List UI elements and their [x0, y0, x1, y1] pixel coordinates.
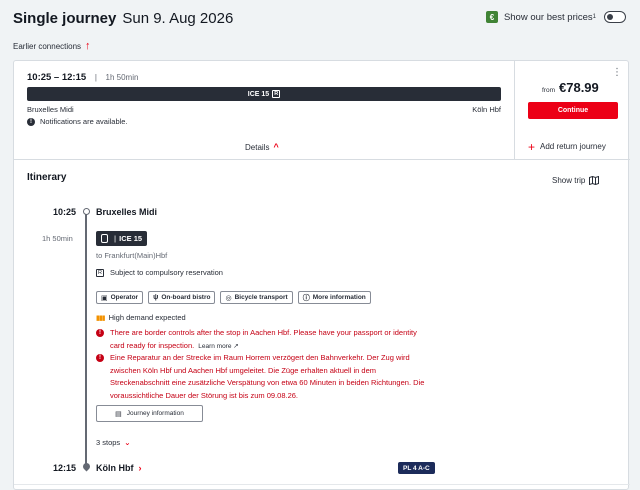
divider	[14, 159, 630, 160]
demand-icon: ▮▮▮	[96, 314, 106, 322]
map-icon	[589, 176, 600, 185]
warning-message: ! There are border controls after the st…	[96, 327, 426, 353]
departure-time: 10:25	[53, 207, 77, 217]
continue-button[interactable]: Continue	[528, 102, 618, 119]
add-return-label: Add return journey	[540, 142, 606, 151]
arrow-up-icon: ↑	[85, 40, 91, 52]
departure-node-icon	[82, 208, 90, 215]
add-return-journey-button[interactable]: + Add return journey	[528, 139, 606, 154]
chip-bicycle[interactable]: ◎ Bicycle transport	[220, 291, 293, 304]
page-title: Single journey Sun 9. Aug 2026	[13, 10, 233, 27]
demand-text: High demand expected	[108, 313, 186, 322]
details-toggle[interactable]: Details ^	[245, 142, 279, 152]
details-label: Details	[245, 142, 270, 152]
cutlery-icon: ψ	[153, 294, 159, 301]
learn-more-link[interactable]: Learn more ↗	[198, 343, 239, 350]
warning-text: Eine Reparatur an der Strecke im Raum Ho…	[110, 353, 425, 400]
arrival-pin-icon	[81, 461, 91, 472]
journey-info-label: Journey information	[126, 410, 184, 417]
origin-station: Bruxelles Midi	[27, 105, 74, 114]
more-options-icon[interactable]: ⋮	[612, 67, 622, 78]
chip-bistro[interactable]: ψ On-board bistro	[148, 291, 216, 304]
duration-separator: |	[94, 73, 97, 82]
price-panel: ⋮ from €78.99 Continue + Add return jour…	[514, 61, 630, 159]
best-prices-toggle-row[interactable]: € Show our best prices 1	[485, 11, 626, 23]
train-icon	[101, 234, 108, 243]
journey-info-icon: ▤	[115, 410, 122, 418]
title-text: Single journey	[13, 10, 117, 27]
arrival-station: Köln Hbf	[96, 463, 134, 473]
warning-text: There are border controls after the stop…	[110, 328, 417, 350]
train-badge-label: ICE 15	[119, 234, 143, 243]
connection-duration: 1h 50min	[105, 73, 139, 82]
show-trip-label: Show trip	[552, 176, 586, 185]
connection-summary[interactable]: 10:25 – 12:15 | 1h 50min ICE 15 R Bruxel…	[14, 61, 514, 159]
attribute-chips: ▣ Operator ψ On-board bistro ◎ Bicycle tran…	[96, 291, 371, 304]
stops-toggle[interactable]: 3 stops ⌄	[96, 438, 130, 447]
learn-more-label: Learn more	[198, 342, 232, 350]
chevron-right-icon: ›	[138, 463, 142, 473]
alert-icon: !	[96, 329, 104, 337]
itinerary-title: Itinerary	[27, 172, 67, 183]
chip-operator[interactable]: ▣ Operator	[96, 291, 144, 304]
price-from-label: from	[542, 87, 555, 94]
train-bar-label: ICE 15	[247, 90, 270, 98]
warning-message: ! Eine Reparatur an der Strecke im Raum …	[96, 352, 426, 402]
train-direction: to Frankfurt(Main)Hbf	[96, 251, 168, 260]
info-circle-icon: ⓘ	[302, 294, 310, 302]
earlier-connections-link[interactable]: Earlier connections ↑	[13, 40, 91, 52]
train-bar: ICE 15 R	[27, 87, 501, 101]
info-icon: !	[27, 117, 35, 126]
chip-label: On-board bistro	[161, 294, 211, 301]
notification-text: Notifications are available.	[40, 117, 128, 126]
departure-station: Bruxelles Midi	[96, 207, 158, 217]
divider	[14, 484, 630, 485]
arrival-time: 12:15	[53, 463, 77, 473]
chip-label: Bicycle transport	[234, 294, 288, 301]
train-badge[interactable]: | ICE 15	[96, 231, 148, 246]
badge-separator: |	[114, 234, 117, 243]
platform-badge: PL 4 A-C	[398, 462, 435, 474]
destination-station: Köln Hbf	[472, 105, 501, 114]
demand-row: ▮▮▮ High demand expected	[96, 313, 186, 322]
bus-icon: ▣	[101, 294, 108, 302]
journey-information-button[interactable]: ▤ Journey information	[96, 405, 203, 422]
price-row: from €78.99	[542, 80, 599, 95]
chevron-down-icon: ⌄	[124, 438, 131, 447]
route-line	[85, 211, 87, 467]
best-prices-switch[interactable]	[604, 11, 626, 23]
reservation-icon: R	[96, 268, 104, 277]
earlier-connections-label: Earlier connections	[13, 41, 82, 51]
footnote-marker: 1	[592, 14, 596, 20]
notification-row: ! Notifications are available.	[27, 117, 128, 126]
chip-label: Operator	[110, 294, 139, 301]
chip-more-information[interactable]: ⓘ More information	[297, 291, 371, 304]
stops-label: 3 stops	[96, 438, 121, 447]
reservation-text: Subject to compulsory reservation	[110, 268, 223, 277]
connection-times: 10:25 – 12:15 | 1h 50min	[27, 72, 138, 83]
arrival-station-link[interactable]: Köln Hbf ›	[96, 463, 142, 473]
chevron-up-icon: ^	[273, 142, 279, 152]
euro-icon: €	[485, 11, 498, 23]
show-trip-button[interactable]: Show trip	[552, 176, 600, 185]
plus-icon: +	[528, 139, 536, 154]
reservation-icon: R	[272, 90, 281, 98]
price-amount: €78.99	[559, 80, 599, 95]
time-range: 10:25 – 12:15	[27, 72, 87, 83]
bicycle-icon: ◎	[225, 294, 232, 302]
journey-date: Sun 9. Aug 2026	[122, 10, 234, 27]
alert-icon: !	[96, 354, 104, 362]
chip-label: More information	[312, 294, 366, 301]
reservation-row: R Subject to compulsory reservation	[96, 268, 223, 277]
segment-duration: 1h 50min	[42, 234, 73, 243]
connection-card: 10:25 – 12:15 | 1h 50min ICE 15 R Bruxel…	[13, 60, 630, 490]
best-prices-label: Show our best prices	[503, 11, 593, 23]
